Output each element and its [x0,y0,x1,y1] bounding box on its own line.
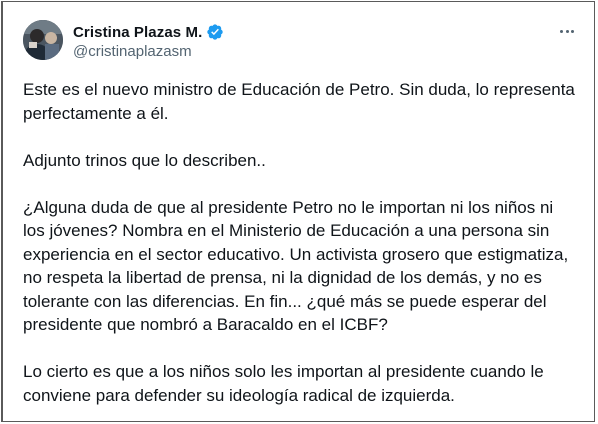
text-line: no respeta la libertad de prensa, ni la … [23,268,542,287]
dot [559,29,563,33]
text-line: perfectamente a él. [23,103,169,123]
text-line: ¿Alguna duda de que al presidente Petro … [23,197,554,217]
text-line: los jóvenes? Nombra en el Ministerio de … [23,221,550,240]
text-line: presidente que nombró a Baracaldo en el … [23,315,388,334]
text-line: experiencia en el sector educativo. Un a… [23,244,569,264]
tweet-text: Este es el nuevo ministro de Educación d… [23,78,593,421]
verified-badge-icon [206,23,224,41]
tweet-card: Cristina Plazas M. @cristinaplazasm Este… [1,1,595,422]
author-info: Cristina Plazas M. @cristinaplazasm [73,22,224,60]
avatar[interactable] [23,20,63,60]
tweet-paragraph: ¿Alguna duda de que al presidente Petro … [23,196,593,337]
more-options-icon[interactable] [556,22,578,40]
tweet-header: Cristina Plazas M. @cristinaplazasm [23,20,582,64]
dot [565,29,569,33]
text-line: tolerante con las diferencias. En fin...… [23,291,547,311]
text-line: Lo cierto es que a los niños solo les im… [23,362,544,381]
author-handle[interactable]: @cristinaplazasm [73,43,224,60]
avatar-image [23,20,63,60]
tweet-paragraph: Este es el nuevo ministro de Educación d… [23,78,593,125]
text-line: Este es el nuevo ministro de Educación d… [23,80,575,99]
text-line: conviene para defender su ideología radi… [23,385,455,405]
author-display-name[interactable]: Cristina Plazas M. [73,24,202,41]
text-line: Adjunto trinos que lo describen.. [23,150,266,170]
tweet-paragraph: Lo cierto es que a los niños solo les im… [23,360,593,407]
tweet-paragraph: Adjunto trinos que lo describen.. [23,149,593,173]
dot [571,29,575,33]
